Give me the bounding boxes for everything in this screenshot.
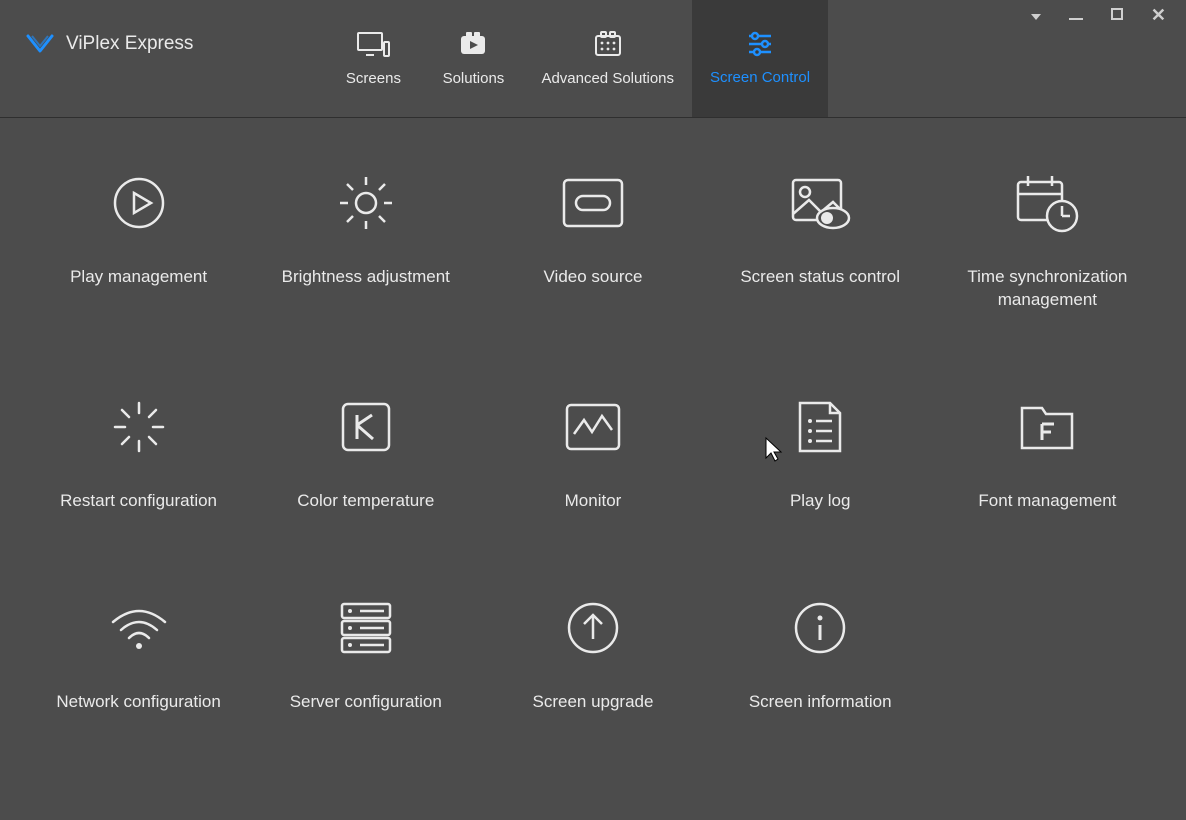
tile-label: Monitor: [565, 490, 622, 513]
window-minimize-button[interactable]: [1069, 7, 1083, 23]
screen-status-icon: [787, 168, 853, 238]
video-source-icon: [560, 168, 626, 238]
tile-label: Server configuration: [290, 691, 442, 714]
font-management-icon: [1016, 392, 1078, 462]
tile-label: Font management: [978, 490, 1116, 513]
app-logo-icon: [26, 33, 54, 55]
tab-label: Solutions: [443, 70, 505, 87]
wifi-icon: [107, 593, 171, 663]
app-header: ViPlex Express Screens So: [0, 0, 1186, 118]
window-close-button[interactable]: ✕: [1151, 8, 1166, 22]
tile-label: Restart configuration: [60, 490, 217, 513]
solutions-icon: [458, 30, 488, 62]
tile-label: Play log: [790, 490, 850, 513]
tab-label: Advanced Solutions: [541, 70, 674, 87]
tile-label: Time synchronization management: [947, 266, 1147, 312]
window-controls: ✕: [1011, 0, 1186, 30]
tile-network-configuration[interactable]: Network configuration: [39, 593, 239, 714]
time-sync-icon: [1012, 168, 1082, 238]
tile-font-management[interactable]: Font management: [947, 392, 1147, 513]
screen-control-icon: [745, 31, 775, 61]
tile-label: Play management: [70, 266, 207, 289]
tab-label: Screens: [346, 70, 401, 87]
tile-label: Screen information: [749, 691, 892, 714]
advanced-solutions-icon: [593, 30, 623, 62]
logo-area: ViPlex Express: [26, 33, 193, 55]
color-temperature-icon: [337, 392, 395, 462]
tab-screen-control[interactable]: Screen Control: [692, 0, 828, 117]
tile-label: Screen upgrade: [532, 691, 653, 714]
play-icon: [109, 168, 169, 238]
main-tabs: Screens Solutions: [323, 0, 828, 117]
window-maximize-button[interactable]: [1111, 7, 1123, 23]
tab-screens[interactable]: Screens: [323, 0, 423, 117]
play-log-icon: [792, 392, 848, 462]
tile-video-source[interactable]: Video source: [493, 168, 693, 312]
tile-brightness-adjustment[interactable]: Brightness adjustment: [266, 168, 466, 312]
restart-icon: [109, 392, 169, 462]
tile-label: Brightness adjustment: [282, 266, 450, 289]
screens-icon: [356, 30, 390, 62]
app-title: ViPlex Express: [66, 33, 193, 55]
tile-label: Color temperature: [297, 490, 434, 513]
brightness-icon: [334, 168, 398, 238]
tile-color-temperature[interactable]: Color temperature: [266, 392, 466, 513]
tile-time-synchronization-management[interactable]: Time synchronization management: [947, 168, 1147, 312]
tab-solutions[interactable]: Solutions: [423, 0, 523, 117]
tile-play-log[interactable]: Play log: [720, 392, 920, 513]
tile-label: Network configuration: [56, 691, 220, 714]
tile-restart-configuration[interactable]: Restart configuration: [39, 392, 239, 513]
tab-advanced-solutions[interactable]: Advanced Solutions: [523, 0, 692, 117]
tile-label: Video source: [544, 266, 643, 289]
monitor-icon: [562, 392, 624, 462]
tile-label: Screen status control: [740, 266, 900, 289]
tile-play-management[interactable]: Play management: [39, 168, 239, 312]
server-icon: [336, 593, 396, 663]
main-content: Play management Brightness adjustment: [0, 118, 1186, 820]
control-tiles-grid: Play management Brightness adjustment: [30, 168, 1156, 714]
info-icon: [791, 593, 849, 663]
tile-screen-information[interactable]: Screen information: [720, 593, 920, 714]
tile-screen-status-control[interactable]: Screen status control: [720, 168, 920, 312]
tile-screen-upgrade[interactable]: Screen upgrade: [493, 593, 693, 714]
tile-server-configuration[interactable]: Server configuration: [266, 593, 466, 714]
tile-monitor[interactable]: Monitor: [493, 392, 693, 513]
window-menu-dropdown[interactable]: [1031, 7, 1041, 23]
tab-label: Screen Control: [710, 69, 810, 86]
upgrade-icon: [564, 593, 622, 663]
